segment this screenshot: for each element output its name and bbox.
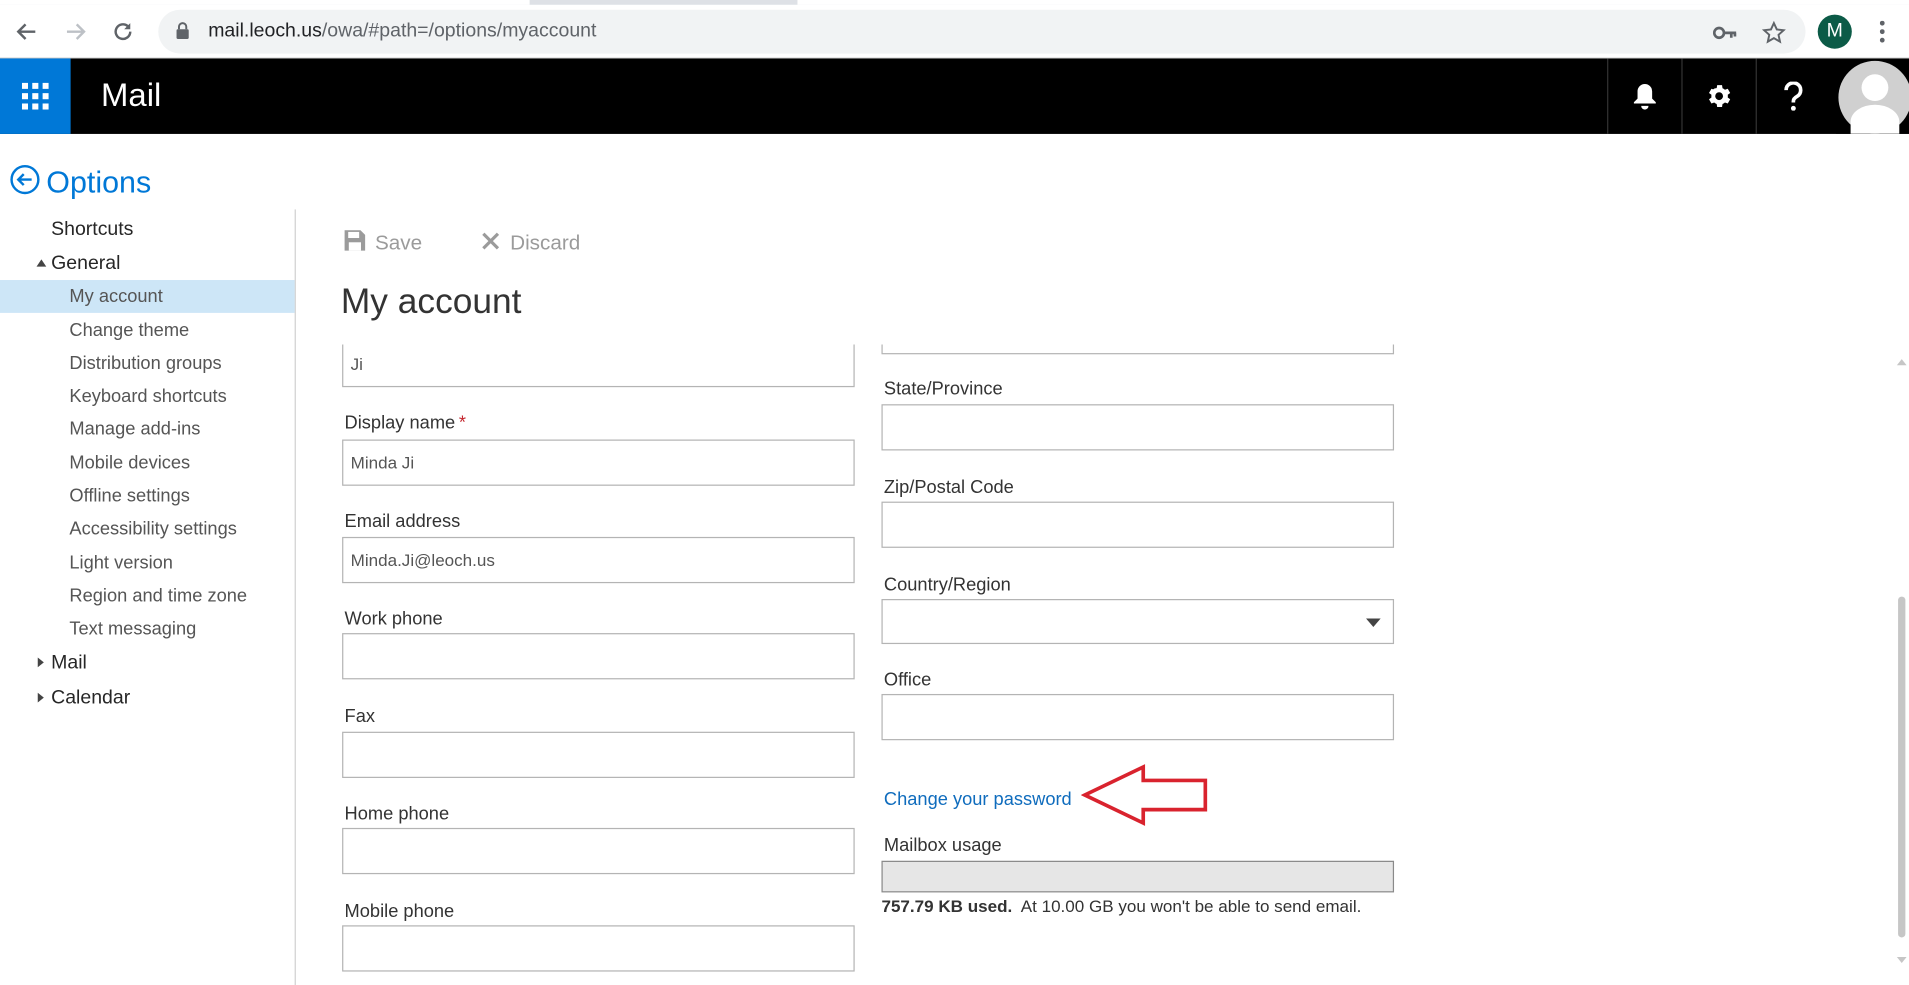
change-password-link[interactable]: Change your password [884,789,1072,810]
kebab-menu-icon[interactable] [1870,17,1894,46]
back-icon[interactable] [10,15,44,49]
mailbox-usage-label: Mailbox usage [883,835,1002,856]
city-input[interactable] [881,344,1395,355]
nav-item-offline-settings[interactable]: Offline settings [0,480,295,513]
nav-item-change-theme[interactable]: Change theme [0,314,295,347]
mailbox-limit-text: At 10.00 GB you won't be able to send em… [1020,896,1362,916]
back-circle-icon[interactable] [10,164,40,201]
home-phone-label: Home phone [344,803,450,825]
nav-item-accessibility-settings[interactable]: Accessibility settings [0,513,295,546]
email-address-label: Email address [344,511,461,533]
chevron-down-icon[interactable] [1366,618,1381,628]
lock-icon[interactable] [175,22,190,46]
last-name-input[interactable]: Ji [342,344,855,388]
save-label: Save [374,231,423,255]
nav-item-label: General [51,253,121,274]
nav-item-mobile-devices[interactable]: Mobile devices [0,447,295,480]
save-icon [344,230,366,257]
display-name-label: Display name * [344,412,466,434]
help-icon[interactable] [1755,58,1830,134]
mobile-phone-input[interactable] [342,925,855,972]
app-launcher-icon[interactable] [0,58,71,134]
bell-icon[interactable] [1607,58,1681,134]
nav-item-my-account[interactable]: My account [0,280,295,313]
discard-label: Discard [510,231,581,255]
office-input[interactable] [881,693,1395,741]
zip-postal-code-input[interactable] [881,501,1395,548]
nav-item-keyboard-shortcuts[interactable]: Keyboard shortcuts [0,380,295,413]
home-phone-input[interactable] [342,827,855,875]
key-icon[interactable] [1712,19,1739,46]
collapsed-triangle-icon[interactable] [37,692,44,703]
nav-item-mail[interactable]: Mail [0,646,295,679]
nav-item-label: Calendar [51,687,131,709]
options-back-link[interactable]: Options [10,164,151,201]
reload-icon[interactable] [106,15,140,49]
scroll-up-icon[interactable] [1896,359,1907,366]
user-avatar-icon[interactable] [1835,58,1909,134]
star-icon[interactable] [1761,19,1788,46]
scrollbar-thumb[interactable] [1898,596,1906,938]
close-icon [481,231,500,257]
nav-item-general[interactable]: General [0,247,295,280]
profile-avatar[interactable]: M [1817,14,1852,49]
mailbox-used-amount: 757.79 KB used. [881,896,1013,916]
page-title: My account [340,282,522,322]
app-name[interactable]: Mail [101,77,161,115]
url-text[interactable]: mail.leoch.us/owa/#path=/options/myaccou… [208,21,596,43]
browser-toolbar: mail.leoch.us/owa/#path=/options/myaccou… [0,4,1909,59]
work-phone-input[interactable] [342,633,855,680]
required-marker: * [458,412,466,434]
discard-button[interactable]: Discard [481,229,580,258]
nav-item-calendar[interactable]: Calendar [0,682,295,715]
nav-item-distribution-groups[interactable]: Distribution groups [0,347,295,380]
mobile-phone-label: Mobile phone [344,900,455,922]
office-label: Office [883,669,932,691]
gear-icon[interactable] [1681,58,1755,134]
collapsed-triangle-icon[interactable] [37,657,44,668]
work-phone-label: Work phone [344,608,443,630]
country-region-label: Country/Region [883,574,1011,596]
expanded-triangle-icon[interactable] [36,259,47,267]
app-header: Mail [0,58,1909,134]
nav-item-label: Mail [51,652,87,674]
zip-postal-code-label: Zip/Postal Code [883,477,1014,498]
account-form: Ji Display name * Minda Ji Email address … [319,344,1890,985]
nav-item-text-messaging[interactable]: Text messaging [0,612,295,645]
scroll-down-icon[interactable] [1896,956,1907,964]
nav-item-light-version[interactable]: Light version [0,547,295,580]
fax-input[interactable] [342,731,855,778]
country-region-select[interactable] [881,599,1395,645]
nav-item-region-time-zone[interactable]: Region and time zone [0,580,295,613]
options-title: Options [46,164,152,200]
mailbox-usage-text: 757.79 KB used. At 10.00 GB you won't be… [881,896,1361,915]
annotation-arrow-icon [1081,764,1208,826]
mailbox-usage-bar [881,860,1395,893]
address-bar[interactable]: mail.leoch.us/owa/#path=/options/myaccou… [158,9,1806,54]
nav-item-shortcuts[interactable]: Shortcuts [0,213,295,246]
options-nav: Shortcuts General My account Change them… [0,209,296,985]
state-province-input[interactable] [881,404,1395,451]
nav-item-manage-add-ins[interactable]: Manage add-ins [0,413,295,446]
forward-icon[interactable] [58,15,92,49]
save-button[interactable]: Save [344,229,423,258]
email-address-input[interactable]: Minda.Ji@leoch.us [342,536,855,584]
state-province-label: State/Province [883,378,1003,400]
fax-label: Fax [344,706,376,727]
display-name-input[interactable]: Minda Ji [342,439,855,486]
